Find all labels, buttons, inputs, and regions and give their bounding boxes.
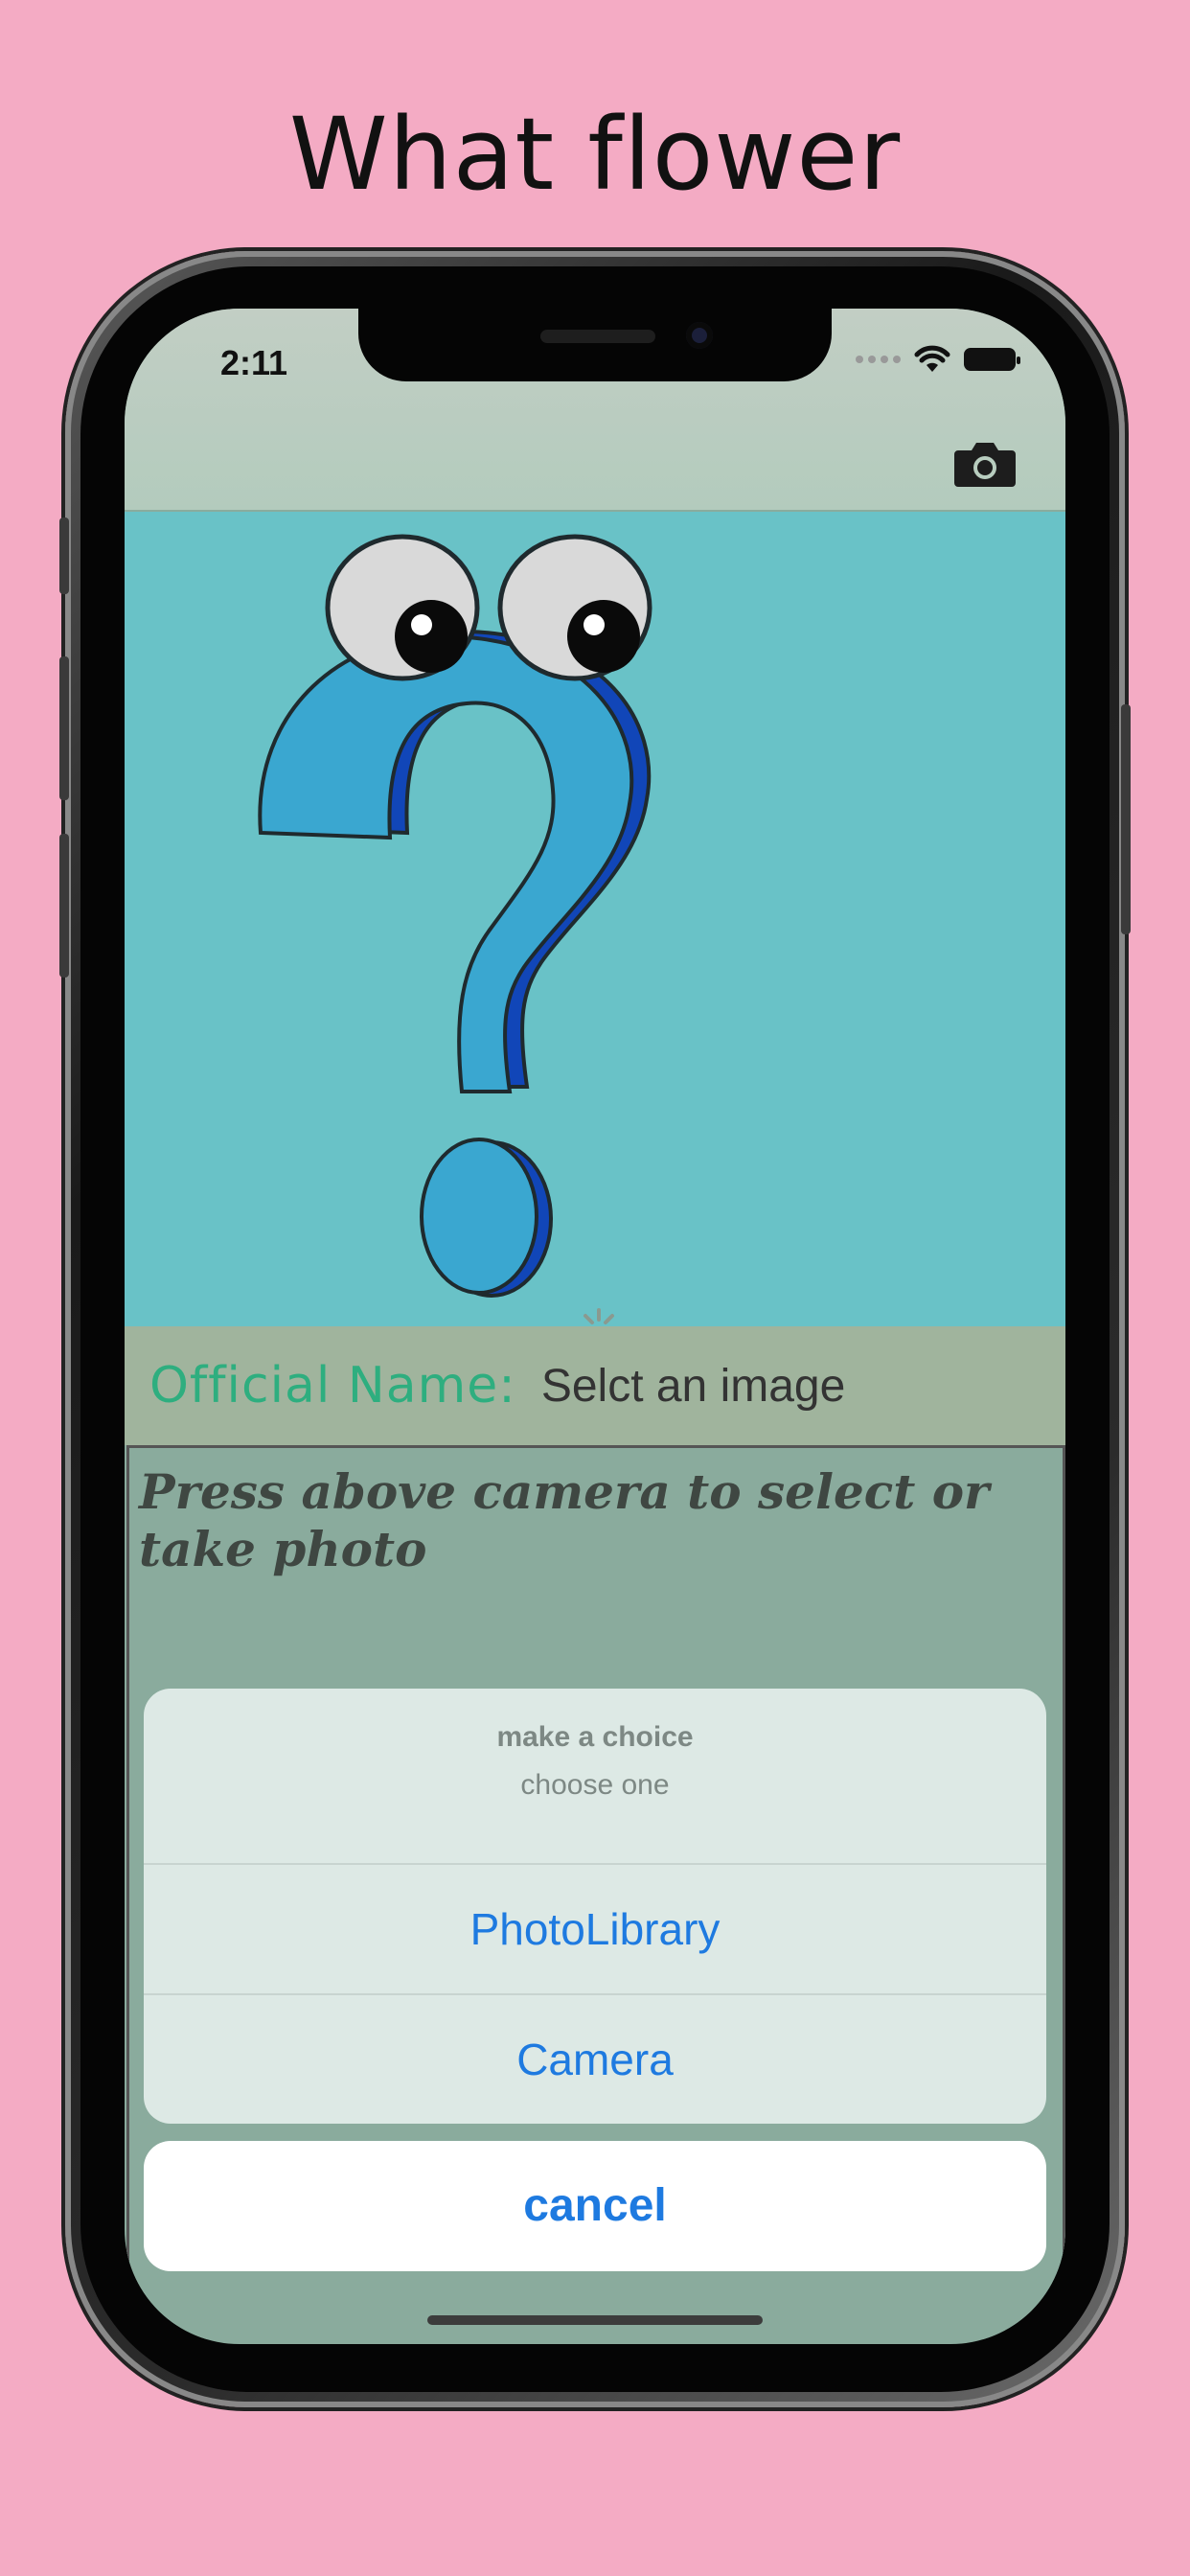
- official-name-label: Official Name:: [149, 1357, 516, 1414]
- official-name-row: Official Name: Selct an image: [125, 1326, 1065, 1445]
- notch: [358, 309, 832, 381]
- signal-icon: [856, 356, 901, 363]
- description-text: Press above camera to select or take pho…: [139, 1463, 990, 1577]
- volume-down-button: [59, 834, 69, 978]
- action-sheet-title: make a choice: [496, 1721, 694, 1753]
- action-sheet: make a choice choose one PhotoLibrary Ca…: [144, 1689, 1046, 2124]
- camera-icon[interactable]: [954, 439, 1016, 487]
- volume-up-button: [59, 656, 69, 800]
- front-camera: [686, 322, 713, 349]
- action-sheet-header: make a choice choose one: [144, 1689, 1046, 1865]
- power-button: [1121, 704, 1131, 934]
- selected-image: [125, 512, 1065, 1326]
- photo-library-button[interactable]: PhotoLibrary: [144, 1865, 1046, 1993]
- earpiece-speaker: [540, 330, 655, 343]
- phone-screen: 2:11 Official Name: Selct an image Press…: [125, 309, 1065, 2344]
- promo-title: What flower: [288, 96, 902, 213]
- wifi-icon: [914, 345, 950, 372]
- action-sheet-message: choose one: [520, 1769, 670, 1801]
- battery-icon: [964, 348, 1020, 371]
- silent-switch: [59, 518, 69, 594]
- status-icons: [856, 345, 1020, 374]
- official-name-value: Selct an image: [540, 1360, 846, 1412]
- question-mark-illustration: [258, 534, 652, 1298]
- camera-button[interactable]: Camera: [144, 1993, 1046, 2124]
- status-time: 2:11: [220, 343, 288, 382]
- navigation-bar: 2:11: [125, 309, 1065, 510]
- home-indicator[interactable]: [427, 2315, 763, 2325]
- cancel-button[interactable]: cancel: [144, 2141, 1046, 2271]
